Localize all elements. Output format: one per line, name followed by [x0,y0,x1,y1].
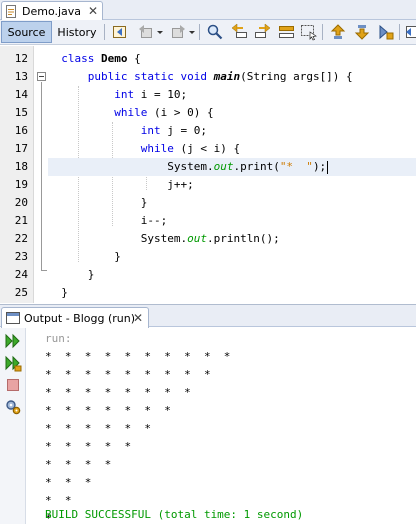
editor-toolbar: Source History [0,20,416,45]
fold-guide [41,82,42,270]
editor-tab-bar: Demo.java ✕ [0,0,416,20]
line-number: 23 [14,250,28,263]
code-line: System.out.println(); [140,232,280,245]
line-number: 16 [14,124,28,137]
line-number: 22 [14,232,28,245]
code-line: int i = 10; [114,88,188,101]
line-number: 21 [14,214,28,227]
line-number-gutter: 12 13 14 15 16 17 18 19 20 21 22 23 24 2… [0,46,34,303]
rerun-with-options-icon[interactable] [4,354,22,372]
stop-icon[interactable] [4,376,22,394]
output-line: * * * * [45,458,112,471]
code-line: int j = 0; [140,124,207,137]
shift-left-icon[interactable] [404,23,416,41]
code-line: } [61,286,68,299]
settings-icon[interactable] [4,398,22,416]
back-icon[interactable] [137,23,155,41]
find-next-icon[interactable] [254,23,272,41]
find-icon[interactable] [206,23,224,41]
code-line: public static void main(String args[]) { [87,70,353,83]
toolbar-separator [199,24,200,40]
line-number: 24 [14,268,28,281]
line-number: 14 [14,88,28,101]
output-line: * * * * * [45,440,132,453]
line-number: 19 [14,178,28,191]
fold-toggle-icon[interactable] [37,72,46,81]
toolbar-separator [399,24,400,40]
java-file-icon [5,4,18,18]
output-console[interactable]: run: * * * * * * * * * * * * * * * * * *… [26,328,416,524]
editor-tab-demo-java[interactable]: Demo.java ✕ [1,1,103,20]
line-number: 20 [14,196,28,209]
output-line-run: run: [45,332,72,345]
code-line: class Demo { [61,52,141,65]
output-side-toolbar [0,328,26,524]
current-code-line: System.out.print("* "); [48,158,416,176]
forward-icon[interactable] [169,23,187,41]
last-edit-icon[interactable] [111,23,129,41]
output-window-icon [6,312,20,324]
build-status-line: BUILD SUCCESSFUL (total time: 1 second) [45,508,304,521]
toolbar-separator [104,24,105,40]
code-line: } [87,268,95,281]
toolbar-separator [322,24,323,40]
output-tab[interactable]: Output - Blogg (run) ✕ [1,307,149,328]
code-line: i--; [140,214,168,227]
code-line: j++; [167,178,194,191]
output-line: * * * * * * * * [45,386,191,399]
history-button[interactable]: History [54,21,100,43]
editor-tab-label: Demo.java [22,4,82,18]
output-line: * * * * * * [45,422,151,435]
code-line: while (j < i) { [140,142,241,155]
output-line: * * * [45,476,92,489]
line-number: 18 [14,160,28,173]
code-line: } [140,196,148,209]
code-line: while (i > 0) { [114,106,214,119]
toggle-bookmark-icon[interactable] [377,23,395,41]
text-caret [327,160,329,174]
find-previous-icon[interactable] [230,23,248,41]
chevron-down-icon[interactable] [157,31,163,34]
previous-bookmark-icon[interactable] [329,23,347,41]
output-line: * * * * * * * [45,404,171,417]
output-line: * * * * * * * * * [45,368,211,381]
line-number: 15 [14,106,28,119]
output-tab-label: Output - Blogg (run) [24,311,136,325]
close-icon[interactable]: ✕ [133,311,143,325]
line-number: 17 [14,142,28,155]
next-bookmark-icon[interactable] [353,23,371,41]
line-number: 13 [14,70,28,83]
rerun-icon[interactable] [4,332,22,350]
line-number: 25 [14,286,28,299]
code-editor[interactable]: 12 13 14 15 16 17 18 19 20 21 22 23 24 2… [0,46,416,303]
close-icon[interactable]: ✕ [88,4,98,18]
toggle-rectangular-selection-icon[interactable] [300,23,318,41]
output-line: * * * * * * * * * * [45,350,231,363]
toggle-highlight-icon[interactable] [278,23,296,41]
chevron-down-icon[interactable] [189,31,195,34]
line-number: 12 [14,52,28,65]
code-line: } [114,250,121,263]
source-button[interactable]: Source [1,21,52,43]
fold-guide-end [41,270,47,271]
output-tab-bar: Output - Blogg (run) ✕ [0,304,416,328]
